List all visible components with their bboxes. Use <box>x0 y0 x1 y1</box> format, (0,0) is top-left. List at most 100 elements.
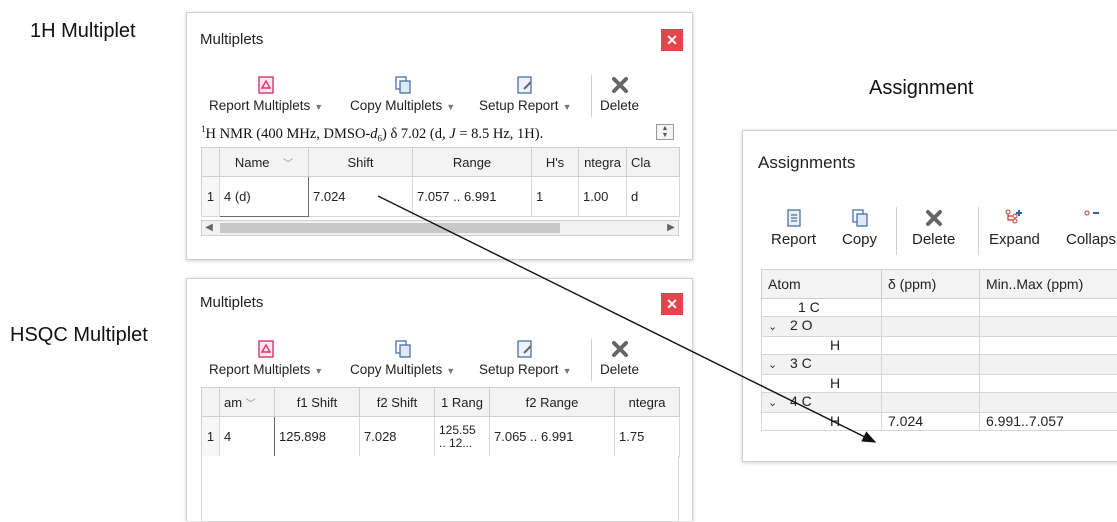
delete-button[interactable]: Delete <box>600 339 639 377</box>
copy-multiplets-button[interactable]: Copy Multiplets▼ <box>350 75 455 113</box>
column-header-f1-shift[interactable]: f1 Shift <box>275 388 360 417</box>
cell-minmax[interactable] <box>980 337 1117 355</box>
cell-f1-range[interactable]: 125.55 .. 12... <box>435 417 490 457</box>
cell-class[interactable]: d <box>627 177 680 217</box>
assignments-panel: Assignments Report Copy Delete Expand <box>742 130 1117 462</box>
cell-shift[interactable]: 7.024 <box>309 177 413 217</box>
setup-report-label: Setup Report <box>479 362 559 377</box>
setup-report-button[interactable]: Setup Report▼ <box>479 75 571 113</box>
cell-integral[interactable]: 1.00 <box>579 177 627 217</box>
cell-f2-shift[interactable]: 7.028 <box>360 417 435 457</box>
caption-hsqc-multiplet: HSQC Multiplet <box>10 324 148 347</box>
report-multiplets-button[interactable]: Report Multiplets▼ <box>209 75 323 113</box>
column-header-atom[interactable]: Atom <box>762 270 882 299</box>
cell-name[interactable]: 4 <box>220 417 275 457</box>
collapse-button[interactable]: Collaps <box>1066 208 1116 248</box>
column-header-name-label: Name <box>235 155 270 170</box>
scrollbar-thumb[interactable] <box>220 223 560 233</box>
cell-f2-range[interactable]: 7.065 .. 6.991 <box>490 417 615 457</box>
atom-label: 3 C <box>790 355 812 371</box>
table-row[interactable]: ⌄ 2 O <box>762 317 1117 337</box>
column-header-integral[interactable]: ntegra <box>579 148 627 177</box>
column-header-integral[interactable]: ntegra <box>615 388 680 417</box>
cell-delta[interactable] <box>882 375 980 393</box>
report-multiplets-button[interactable]: Report Multiplets▼ <box>209 339 323 377</box>
cell-name[interactable]: 4 (d) <box>220 177 309 217</box>
table-row[interactable]: 1 4 125.898 7.028 125.55 .. 12... 7.065 … <box>202 417 680 457</box>
setup-report-label: Setup Report <box>479 98 559 113</box>
table-row[interactable]: ⌄ 3 C <box>762 355 1117 375</box>
column-header-hs[interactable]: H's <box>532 148 579 177</box>
table-empty-area <box>201 456 679 522</box>
column-header-f1-range[interactable]: 1 Rang <box>435 388 490 417</box>
cell-delta[interactable] <box>882 299 980 317</box>
delete-label: Delete <box>912 231 955 248</box>
cell-atom[interactable]: H <box>762 375 882 393</box>
cell-atom[interactable]: ⌄ 2 O <box>762 317 882 337</box>
setup-report-button[interactable]: Setup Report▼ <box>479 339 571 377</box>
cell-atom[interactable]: ⌄ 3 C <box>762 355 882 375</box>
multiplets-panel-1h: Multiplets ✕ Report Multiplets▼ Copy Mul… <box>186 12 693 260</box>
column-header-name-label: am <box>224 395 242 410</box>
column-header-class[interactable]: Cla <box>627 148 680 177</box>
report-button[interactable]: Report <box>771 208 816 248</box>
cell-minmax[interactable] <box>980 375 1117 393</box>
close-button[interactable]: ✕ <box>661 29 683 51</box>
cell-delta[interactable] <box>882 337 980 355</box>
delete-button[interactable]: Delete <box>600 75 639 113</box>
atom-label: 2 O <box>790 317 813 333</box>
cell-range[interactable]: 7.057 .. 6.991 <box>413 177 532 217</box>
chevron-down-icon[interactable]: ⌄ <box>768 357 782 374</box>
table-row[interactable]: H <box>762 375 1117 393</box>
column-header-f2-range[interactable]: f2 Range <box>490 388 615 417</box>
cell-minmax[interactable] <box>980 299 1117 317</box>
cell-minmax[interactable]: 6.991..7.057 <box>980 413 1117 431</box>
cell-delta[interactable] <box>882 317 980 337</box>
report-text-suffix: ) δ 7.02 (d, <box>382 126 449 142</box>
cell-delta[interactable]: 7.024 <box>882 413 980 431</box>
copy-multiplets-label: Copy Multiplets <box>350 362 442 377</box>
chevron-down-icon[interactable]: ⌄ <box>768 395 782 412</box>
table-row[interactable]: 1 C <box>762 299 1117 317</box>
cell-delta[interactable] <box>882 355 980 375</box>
table-row[interactable]: ⌄4 C <box>762 393 1117 413</box>
copy-button[interactable]: Copy <box>842 208 877 248</box>
cell-atom[interactable]: 1 C <box>762 299 882 317</box>
cell-minmax[interactable] <box>980 317 1117 337</box>
table-header-row: Name ﹀ Shift Range H's ntegra Cla <box>202 148 680 177</box>
chevron-down-icon[interactable]: ⌄ <box>768 319 782 336</box>
close-button[interactable]: ✕ <box>661 293 683 315</box>
cell-atom[interactable]: H <box>762 413 882 431</box>
cell-minmax[interactable] <box>980 355 1117 375</box>
scroll-right-icon[interactable]: ▶ <box>664 221 678 235</box>
cell-atom[interactable]: ⌄4 C <box>762 393 882 413</box>
cell-delta[interactable] <box>882 393 980 413</box>
copy-multiplets-button[interactable]: Copy Multiplets▼ <box>350 339 455 377</box>
column-header-name[interactable]: Name ﹀ <box>220 148 309 177</box>
table-row[interactable]: 1 4 (d) 7.024 7.057 .. 6.991 1 1.00 d <box>202 177 680 217</box>
expand-button[interactable]: Expand <box>989 208 1040 248</box>
column-header-shift[interactable]: Shift <box>309 148 413 177</box>
cell-atom[interactable]: H <box>762 337 882 355</box>
sort-chevron-icon: ﹀ <box>283 159 293 170</box>
column-header-delta[interactable]: δ (ppm) <box>882 270 980 299</box>
copy-icon <box>850 208 870 228</box>
column-header-minmax[interactable]: Min..Max (ppm) <box>980 270 1117 299</box>
horizontal-scrollbar[interactable]: ◀ ▶ <box>201 220 679 236</box>
delete-button[interactable]: Delete <box>912 208 955 248</box>
column-header-name[interactable]: am ﹀ <box>220 388 275 417</box>
report-icon <box>256 75 276 95</box>
column-header-f2-shift[interactable]: f2 Shift <box>360 388 435 417</box>
cell-minmax[interactable] <box>980 393 1117 413</box>
column-header-range[interactable]: Range <box>413 148 532 177</box>
atom-label: H <box>830 375 840 391</box>
scroll-left-icon[interactable]: ◀ <box>202 221 216 235</box>
cell-hs[interactable]: 1 <box>532 177 579 217</box>
table-row[interactable]: H <box>762 337 1117 355</box>
report-multiplets-label: Report Multiplets <box>209 362 310 377</box>
table-row[interactable]: H7.0246.991..7.057 <box>762 413 1117 431</box>
copy-icon <box>393 339 413 359</box>
report-spin-button[interactable]: ▲▼ <box>656 124 674 140</box>
cell-integral[interactable]: 1.75 <box>615 417 680 457</box>
cell-f1-shift[interactable]: 125.898 <box>275 417 360 457</box>
